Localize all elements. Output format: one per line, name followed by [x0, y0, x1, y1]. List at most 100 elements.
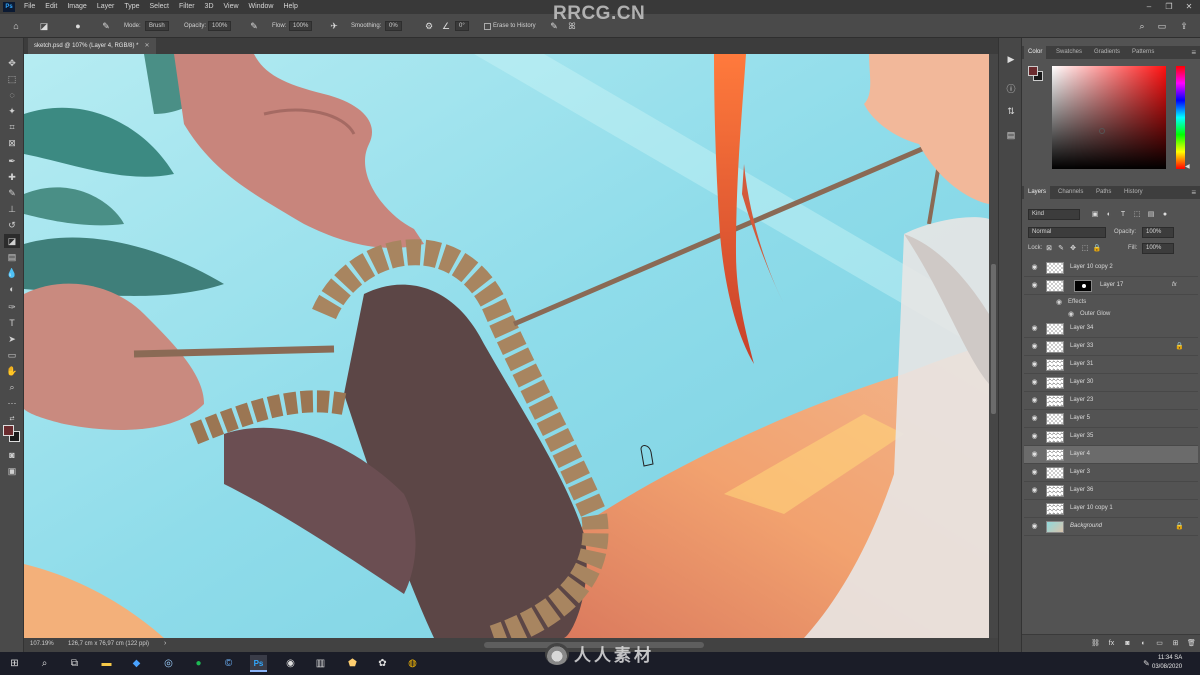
photoshop-taskbar-icon[interactable]: Ps — [250, 655, 267, 672]
tab-color[interactable]: Color — [1024, 46, 1047, 59]
tab-layers[interactable]: Layers — [1024, 186, 1051, 199]
layer-row[interactable]: ◉ Layer 17 fx — [1024, 277, 1198, 295]
layer-row[interactable]: ◉ Layer 35 — [1024, 428, 1198, 446]
steam-icon[interactable]: ◎ — [160, 655, 177, 672]
filter-adjustment-icon[interactable]: ◐ — [1104, 209, 1114, 220]
more-tools-icon[interactable]: ⋯ — [4, 396, 20, 410]
type-tool-icon[interactable]: T — [4, 316, 20, 330]
layer-row[interactable]: ◉ Layer 10 copy 2 — [1024, 259, 1198, 277]
eye-icon[interactable]: ◉ — [1030, 360, 1039, 369]
tab-paths[interactable]: Paths — [1092, 186, 1115, 199]
menu-type[interactable]: Type — [119, 0, 144, 14]
obs-icon[interactable]: ◉ — [282, 655, 299, 672]
layer-fx-badge[interactable]: fx — [1172, 282, 1177, 288]
app-paint-icon[interactable]: ✿ — [374, 655, 391, 672]
erase-to-history-checkbox[interactable] — [484, 23, 491, 30]
filter-shape-icon[interactable]: ⬚ — [1132, 209, 1142, 220]
menu-edit[interactable]: Edit — [40, 0, 62, 14]
tab-history[interactable]: History — [1120, 186, 1147, 199]
layer-row[interactable]: ◉ Layer 5 — [1024, 410, 1198, 428]
swap-colors-icon[interactable]: ⇄ — [4, 412, 20, 426]
eye-icon[interactable]: ◉ — [1030, 450, 1039, 459]
eye-icon[interactable]: ◉ — [1030, 342, 1039, 351]
layer-row[interactable]: ◉ Layer 3 — [1024, 464, 1198, 482]
clock-date[interactable]: 03/08/2020 — [1152, 664, 1182, 670]
color-panel-menu-icon[interactable]: ≡ — [1191, 46, 1196, 59]
eyedropper-tool-icon[interactable]: ✒ — [4, 154, 20, 168]
eye-icon[interactable]: ◉ — [1030, 378, 1039, 387]
maximize-icon[interactable]: ❐ — [1160, 0, 1178, 14]
minimize-icon[interactable]: – — [1140, 0, 1158, 14]
menu-layer[interactable]: Layer — [92, 0, 120, 14]
color-panel-foreground[interactable] — [1028, 66, 1038, 76]
history-brush-tool-icon[interactable]: ↺ — [4, 218, 20, 232]
add-mask-icon[interactable]: ◙ — [1122, 638, 1133, 649]
hand-tool-icon[interactable]: ✋ — [4, 364, 20, 378]
menu-file[interactable]: File — [19, 0, 40, 14]
eye-icon[interactable]: ◉ — [1068, 310, 1074, 318]
opacity-field[interactable]: 100% — [208, 21, 232, 31]
effect-row[interactable]: ◉ Outer Glow — [1024, 308, 1198, 320]
layer-row[interactable]: ◉ Layer 30 — [1024, 374, 1198, 392]
tab-swatches[interactable]: Swatches — [1052, 46, 1086, 59]
eye-icon[interactable]: ◉ — [1030, 486, 1039, 495]
crop-tool-icon[interactable]: ⌗ — [4, 120, 20, 134]
menu-select[interactable]: Select — [145, 0, 174, 14]
clone-stamp-tool-icon[interactable]: ⊥ — [4, 202, 20, 216]
eye-icon[interactable]: ◉ — [1030, 522, 1039, 531]
eye-icon[interactable]: ◉ — [1030, 468, 1039, 477]
vertical-scrollbar[interactable] — [989, 54, 998, 638]
new-adjustment-layer-icon[interactable]: ◐ — [1138, 638, 1149, 649]
color-picker-cursor[interactable] — [1099, 128, 1105, 134]
dodge-tool-icon[interactable]: ◐ — [4, 282, 20, 296]
new-group-icon[interactable]: ▭ — [1154, 638, 1165, 649]
eraser-tool-icon[interactable]: ◪ — [4, 234, 20, 248]
gear-icon[interactable]: ⚙ — [423, 20, 435, 32]
menu-help[interactable]: Help — [278, 0, 302, 14]
status-menu-arrow[interactable]: › — [164, 640, 166, 647]
layer-row-selected[interactable]: ◉ Layer 4 — [1024, 446, 1198, 464]
lock-all-icon[interactable]: 🔒 — [1092, 243, 1102, 254]
canvas[interactable] — [24, 54, 989, 638]
store-icon[interactable]: ◆ — [128, 655, 145, 672]
mode-select[interactable]: Brush — [145, 21, 169, 31]
layer-row[interactable]: ◉ Layer 34 — [1024, 320, 1198, 338]
rectangle-tool-icon[interactable]: ▭ — [4, 348, 20, 362]
screen-mode-icon[interactable]: ▣ — [4, 464, 20, 478]
eye-icon[interactable]: ◉ — [1056, 298, 1062, 306]
app-riot-icon[interactable]: ⬟ — [344, 655, 361, 672]
menu-window[interactable]: Window — [244, 0, 279, 14]
menu-filter[interactable]: Filter — [174, 0, 200, 14]
workspace-icon[interactable]: ▭ — [1156, 20, 1168, 32]
eye-icon[interactable]: ◉ — [1030, 396, 1039, 405]
layer-mask-thumbnail[interactable] — [1074, 280, 1092, 292]
document-tab[interactable]: sketch.psd @ 107% (Layer 4, RGB/8) * ✕ — [28, 38, 156, 54]
menu-image[interactable]: Image — [62, 0, 91, 14]
eye-icon[interactable]: ◉ — [1030, 414, 1039, 423]
eye-icon[interactable]: ◉ — [1030, 432, 1039, 441]
airbrush-icon[interactable]: ✈ — [328, 20, 340, 32]
app-c-icon[interactable]: © — [220, 655, 237, 672]
share-icon[interactable]: ⇪ — [1178, 20, 1190, 32]
brush-preset-icon[interactable]: ● — [72, 20, 84, 32]
play-icon[interactable]: ▶ — [1004, 52, 1018, 66]
layer-row[interactable]: ◉ Background 🔒 — [1024, 518, 1198, 536]
healing-brush-tool-icon[interactable]: ✚ — [4, 170, 20, 184]
lock-image-icon[interactable]: ✎ — [1056, 243, 1066, 254]
eraser-tool-icon[interactable]: ◪ — [38, 20, 50, 32]
lasso-tool-icon[interactable]: ◌ — [4, 88, 20, 102]
eye-icon[interactable]: ◉ — [1030, 324, 1039, 333]
info-icon[interactable]: ⓘ — [1004, 82, 1018, 96]
layer-row[interactable]: ◉ Layer 31 — [1024, 356, 1198, 374]
hue-slider-pointer[interactable]: ◀ — [1185, 163, 1190, 170]
new-layer-icon[interactable]: ⊞ — [1170, 638, 1181, 649]
zoom-level[interactable]: 107.19% — [30, 641, 54, 647]
search-icon[interactable]: ⌕ — [36, 655, 53, 672]
quick-mask-icon[interactable]: ◙ — [4, 448, 20, 462]
add-layer-style-icon[interactable]: fx — [1106, 638, 1117, 649]
filter-smart-object-icon[interactable]: ▤ — [1146, 209, 1156, 220]
home-icon[interactable]: ⌂ — [10, 20, 22, 32]
search-icon[interactable]: ⌕ — [1136, 20, 1148, 32]
eye-icon[interactable]: ◉ — [1030, 504, 1039, 513]
task-view-icon[interactable]: ⧉ — [66, 655, 83, 672]
